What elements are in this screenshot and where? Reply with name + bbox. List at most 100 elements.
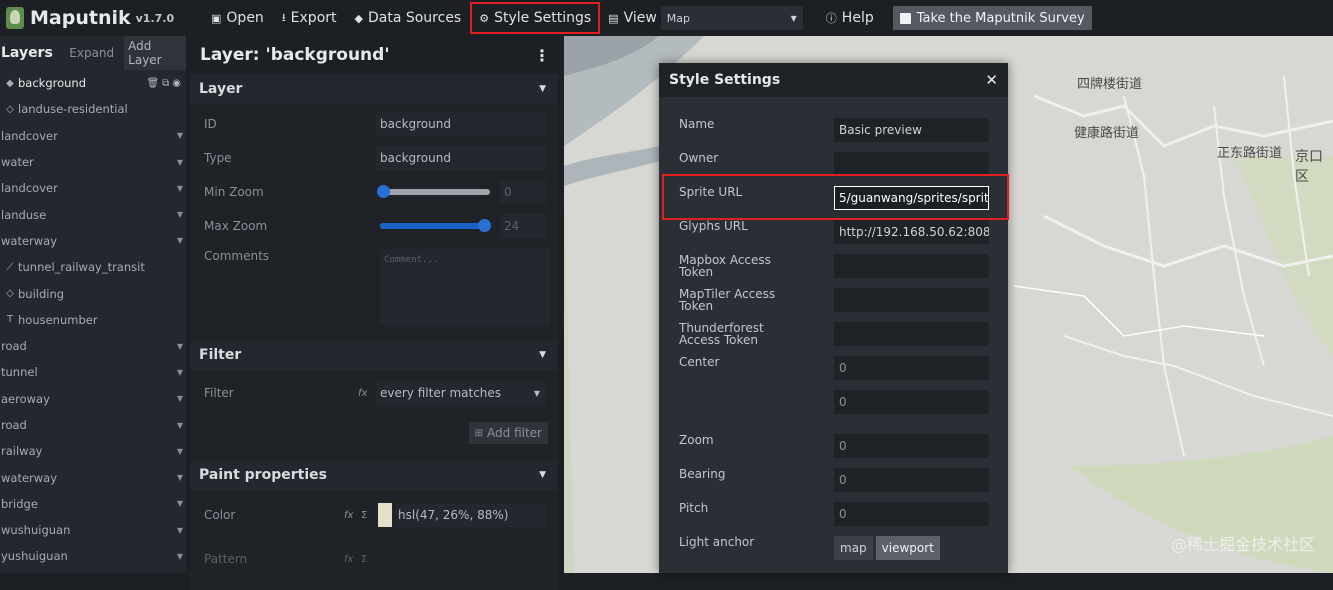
layer-item[interactable]: waterway ▼ [0, 228, 186, 254]
layer-item-label: aeroway [1, 391, 50, 406]
color-input[interactable]: hsl(47, 26%, 88%) [396, 503, 546, 527]
max-zoom-slider[interactable] [380, 219, 491, 232]
chevron-down-icon[interactable]: ▼ [177, 342, 183, 351]
layer-item[interactable]: ⟋ tunnel_railway_transit [0, 254, 186, 280]
bearing-input[interactable]: 0 [834, 468, 989, 492]
layer-item[interactable]: landuse ▼ [0, 201, 186, 227]
min-zoom-row: Min Zoom 0 [190, 175, 558, 209]
paint-section-header[interactable]: Paint properties ▼ [190, 460, 558, 490]
app-logo[interactable]: Maputnik v1.7.0 [6, 7, 202, 29]
view-select-value: Map [666, 11, 691, 25]
diamond-outline-icon: ◇ [6, 103, 14, 115]
center-lat-input[interactable]: 0 [834, 390, 989, 414]
id-input[interactable]: background [376, 112, 546, 136]
chevron-down-icon[interactable]: ▼ [177, 394, 183, 403]
layer-item[interactable]: tunnel ▼ [0, 359, 186, 385]
style-settings-button[interactable]: ⚙ Style Settings [470, 2, 601, 34]
layer-item[interactable]: road ▼ [0, 333, 186, 359]
color-row: Color fx Σ hsl(47, 26%, 88%) [190, 498, 558, 532]
name-input[interactable]: Basic preview [834, 118, 989, 142]
function-icon[interactable]: fx [344, 554, 353, 565]
layer-item[interactable]: railway ▼ [0, 438, 186, 464]
chevron-down-icon[interactable]: ▼ [177, 368, 183, 377]
layer-section-header[interactable]: Layer ▼ [190, 74, 558, 104]
comments-textarea[interactable]: Comment... [380, 249, 550, 325]
layer-item[interactable]: road ▼ [0, 412, 186, 438]
maptiler-token-input[interactable] [834, 288, 989, 312]
function-icon[interactable]: fx [344, 510, 353, 521]
chevron-down-icon[interactable]: ▼ [177, 421, 183, 430]
layer-item[interactable]: ◆ background 🗑︎⧉◉ [0, 70, 186, 96]
expression-icon[interactable]: Σ [361, 554, 367, 565]
survey-button[interactable]: Take the Maputnik Survey [892, 6, 1092, 30]
chevron-down-icon[interactable]: ▼ [177, 236, 183, 245]
min-zoom-input[interactable]: 0 [500, 180, 546, 204]
data-sources-button[interactable]: ◆ Data Sources [346, 2, 471, 34]
min-zoom-slider[interactable] [377, 185, 490, 198]
owner-label: Owner [679, 151, 719, 165]
layer-item[interactable]: ◇ building [0, 280, 186, 306]
filter-select[interactable]: every filter matches ▼ [376, 381, 546, 405]
type-select[interactable]: background [376, 146, 546, 170]
help-button[interactable]: ⓘ Help [817, 2, 883, 34]
add-filter-button[interactable]: ⊞ Add filter [468, 422, 548, 444]
mapbox-token-label: Mapbox Access Token [679, 253, 771, 279]
layer-item-label: background [18, 76, 87, 91]
chevron-down-icon[interactable]: ▼ [177, 210, 183, 219]
mapbox-token-input[interactable] [834, 254, 989, 278]
help-icon: ⓘ [825, 12, 837, 25]
chevron-down-icon[interactable]: ▼ [177, 526, 183, 535]
max-zoom-input[interactable]: 24 [500, 214, 546, 238]
add-layer-button[interactable]: Add Layer [124, 36, 186, 70]
glyphs-url-input[interactable]: http://192.168.50.62:8080/fo [834, 220, 989, 244]
function-icon[interactable]: fx [358, 388, 367, 399]
layer-item[interactable]: landcover ▼ [0, 123, 186, 149]
pitch-input[interactable]: 0 [834, 502, 989, 526]
thunderforest-token-input[interactable] [834, 322, 989, 346]
center-lng-input[interactable]: 0 [834, 356, 989, 380]
layer-item[interactable]: waterway ▼ [0, 464, 186, 490]
layer-item-label: wushuiguan [1, 523, 71, 538]
layer-item[interactable]: bridge ▼ [0, 491, 186, 517]
open-button[interactable]: ▣ Open [202, 2, 273, 34]
zoom-input[interactable]: 0 [834, 434, 989, 458]
more-menu-icon[interactable]: ⋮ [534, 46, 550, 65]
anchor-viewport-option[interactable]: viewport [875, 536, 940, 560]
comments-row: Comments Comment... [190, 243, 558, 333]
expression-icon[interactable]: Σ [361, 510, 367, 521]
layer-item[interactable]: aeroway ▼ [0, 386, 186, 412]
layer-item[interactable]: landcover ▼ [0, 175, 186, 201]
data-sources-label: Data Sources [367, 10, 462, 26]
chevron-down-icon[interactable]: ▼ [177, 473, 183, 482]
layer-item[interactable]: ◇ landuse-residential [0, 96, 186, 122]
text-icon: T [6, 314, 14, 326]
owner-input[interactable] [834, 152, 989, 176]
expand-button[interactable]: Expand [65, 43, 118, 63]
layer-item[interactable]: wushuiguan ▼ [0, 517, 186, 543]
layer-item[interactable]: water ▼ [0, 149, 186, 175]
layer-item-label: waterway [1, 233, 58, 248]
export-button[interactable]: ⭳ Export [273, 2, 346, 34]
download-icon: ⭳ [281, 10, 286, 24]
layer-item-label: water [1, 155, 34, 170]
chevron-down-icon[interactable]: ▼ [177, 158, 183, 167]
slider-handle[interactable] [478, 219, 491, 232]
chevron-down-icon[interactable]: ▼ [177, 131, 183, 140]
close-icon[interactable]: ✕ [985, 71, 998, 89]
color-swatch[interactable] [378, 503, 392, 527]
chevron-down-icon[interactable]: ▼ [177, 552, 183, 561]
slider-handle[interactable] [377, 185, 390, 198]
line-icon: ⟋ [6, 261, 14, 273]
layer-tools-icon[interactable]: 🗑︎⧉◉ [146, 78, 184, 89]
chevron-down-icon[interactable]: ▼ [177, 184, 183, 193]
modal-title: Style Settings [669, 72, 781, 88]
layer-item[interactable]: yushuiguan ▼ [0, 543, 186, 569]
view-select[interactable]: Map ▼ [660, 6, 803, 30]
anchor-map-option[interactable]: map [834, 536, 873, 560]
chevron-down-icon[interactable]: ▼ [177, 499, 183, 508]
chevron-down-icon[interactable]: ▼ [177, 447, 183, 456]
filter-section-header[interactable]: Filter ▼ [190, 340, 558, 370]
layer-item-label: landuse-residential [18, 102, 128, 117]
layer-item[interactable]: Thousenumber [0, 307, 186, 333]
maptiler-token-label: MapTiler Access Token [679, 287, 776, 313]
